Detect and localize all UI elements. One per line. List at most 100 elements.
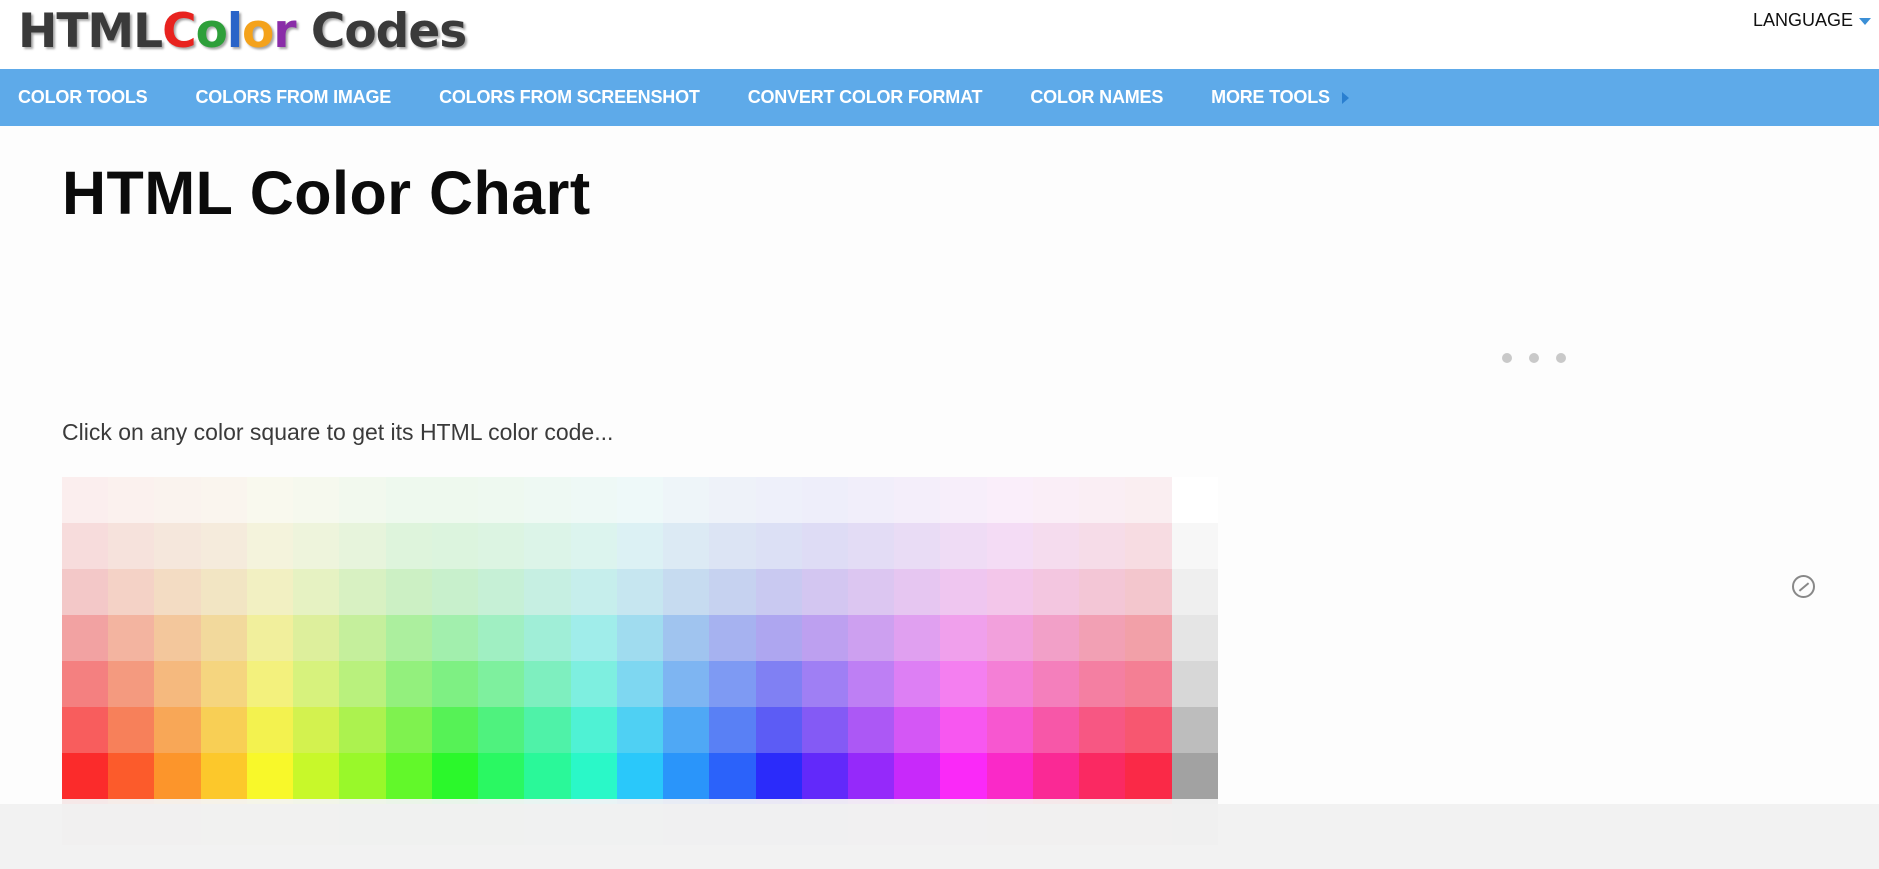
color-square[interactable] <box>431 661 479 707</box>
color-square[interactable] <box>894 707 941 753</box>
color-square[interactable] <box>524 661 571 707</box>
color-square[interactable] <box>616 477 664 523</box>
color-square[interactable] <box>108 523 155 569</box>
ad-choices-icon[interactable] <box>1792 575 1815 598</box>
color-square[interactable] <box>986 477 1033 523</box>
color-square[interactable] <box>431 569 479 615</box>
nav-convert-color-format[interactable]: CONVERT COLOR FORMAT <box>748 87 983 108</box>
color-square[interactable] <box>478 615 525 661</box>
color-square[interactable] <box>801 753 848 799</box>
color-square[interactable] <box>246 477 294 523</box>
color-square[interactable] <box>1125 707 1172 753</box>
color-square[interactable] <box>339 615 386 661</box>
color-square[interactable] <box>570 615 617 661</box>
color-square[interactable] <box>1032 615 1080 661</box>
color-square[interactable] <box>570 477 617 523</box>
color-square[interactable] <box>1079 707 1126 753</box>
color-square[interactable] <box>62 753 109 799</box>
color-square[interactable] <box>755 661 802 707</box>
color-square[interactable] <box>1032 569 1080 615</box>
color-square[interactable] <box>801 707 848 753</box>
color-square[interactable] <box>1032 477 1080 523</box>
color-square[interactable] <box>801 523 848 569</box>
color-square[interactable] <box>246 615 294 661</box>
color-square[interactable] <box>62 477 109 523</box>
color-square[interactable] <box>1171 753 1218 799</box>
color-square[interactable] <box>108 707 155 753</box>
color-square[interactable] <box>478 753 525 799</box>
color-square[interactable] <box>339 661 386 707</box>
color-square[interactable] <box>940 661 987 707</box>
color-square[interactable] <box>385 707 432 753</box>
color-square[interactable] <box>986 707 1033 753</box>
color-square[interactable] <box>709 523 756 569</box>
color-square[interactable] <box>1171 707 1218 753</box>
color-square[interactable] <box>108 615 155 661</box>
color-square[interactable] <box>847 477 895 523</box>
color-square[interactable] <box>154 661 201 707</box>
color-square[interactable] <box>478 523 525 569</box>
color-square[interactable] <box>709 753 756 799</box>
color-square[interactable] <box>524 523 571 569</box>
color-square[interactable] <box>200 661 247 707</box>
color-square[interactable] <box>1079 615 1126 661</box>
color-square[interactable] <box>246 661 294 707</box>
color-square[interactable] <box>1171 569 1218 615</box>
color-square[interactable] <box>894 523 941 569</box>
color-square[interactable] <box>663 661 710 707</box>
color-square[interactable] <box>1125 753 1172 799</box>
color-square[interactable] <box>616 523 664 569</box>
color-square[interactable] <box>339 569 386 615</box>
color-square[interactable] <box>755 477 802 523</box>
color-square[interactable] <box>1079 477 1126 523</box>
color-square[interactable] <box>1079 661 1126 707</box>
color-square[interactable] <box>801 615 848 661</box>
color-square[interactable] <box>524 707 571 753</box>
color-square[interactable] <box>663 753 710 799</box>
color-square[interactable] <box>755 523 802 569</box>
color-square[interactable] <box>154 569 201 615</box>
nav-color-names[interactable]: COLOR NAMES <box>1030 87 1163 108</box>
color-square[interactable] <box>339 707 386 753</box>
color-square[interactable] <box>570 661 617 707</box>
color-square[interactable] <box>570 707 617 753</box>
color-square[interactable] <box>755 753 802 799</box>
color-square[interactable] <box>108 569 155 615</box>
color-square[interactable] <box>709 707 756 753</box>
color-square[interactable] <box>431 477 479 523</box>
color-square[interactable] <box>986 661 1033 707</box>
color-square[interactable] <box>293 523 340 569</box>
color-square[interactable] <box>524 569 571 615</box>
color-square[interactable] <box>293 615 340 661</box>
color-square[interactable] <box>385 477 432 523</box>
color-square[interactable] <box>894 569 941 615</box>
color-square[interactable] <box>940 707 987 753</box>
color-square[interactable] <box>755 569 802 615</box>
color-square[interactable] <box>200 477 247 523</box>
language-selector[interactable]: LANGUAGE <box>1753 10 1871 31</box>
color-square[interactable] <box>1032 523 1080 569</box>
color-square[interactable] <box>847 569 895 615</box>
color-square[interactable] <box>1032 753 1080 799</box>
site-logo[interactable]: HTML Color Codes <box>18 4 467 60</box>
color-square[interactable] <box>62 523 109 569</box>
color-square[interactable] <box>570 569 617 615</box>
color-square[interactable] <box>616 615 664 661</box>
color-square[interactable] <box>62 615 109 661</box>
color-square[interactable] <box>1125 523 1172 569</box>
color-square[interactable] <box>894 477 941 523</box>
color-square[interactable] <box>385 661 432 707</box>
color-square[interactable] <box>709 661 756 707</box>
color-square[interactable] <box>1032 707 1080 753</box>
color-square[interactable] <box>1171 477 1218 523</box>
color-square[interactable] <box>62 707 109 753</box>
color-square[interactable] <box>616 661 664 707</box>
color-square[interactable] <box>847 753 895 799</box>
color-square[interactable] <box>478 707 525 753</box>
color-square[interactable] <box>293 753 340 799</box>
color-square[interactable] <box>1171 523 1218 569</box>
color-square[interactable] <box>154 615 201 661</box>
nav-more-tools[interactable]: MORE TOOLS <box>1211 87 1349 108</box>
color-square[interactable] <box>940 753 987 799</box>
color-square[interactable] <box>847 523 895 569</box>
